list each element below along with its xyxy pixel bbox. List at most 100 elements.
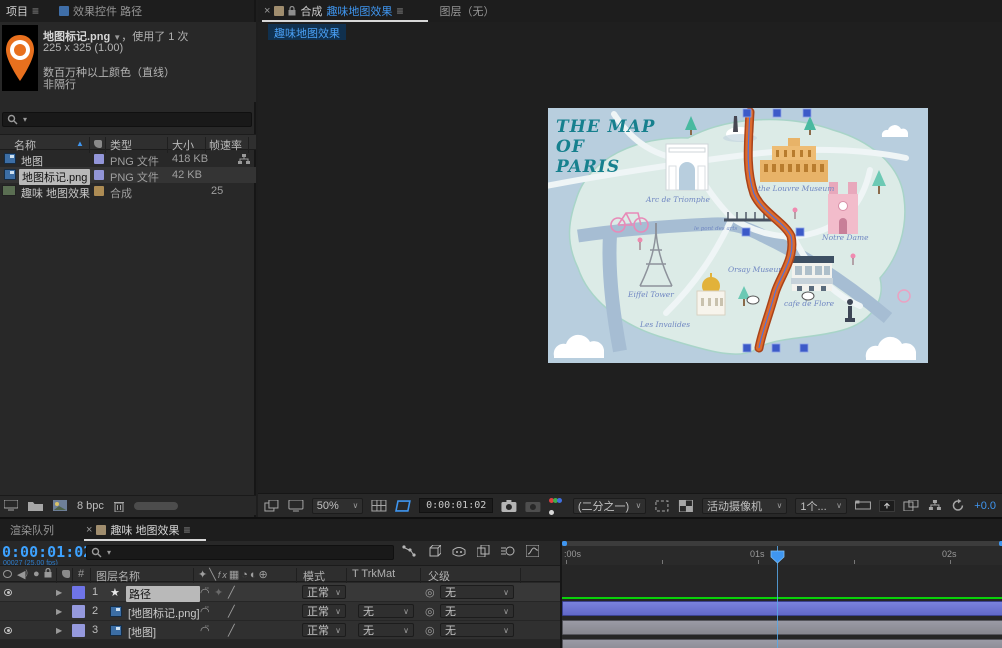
- blend-mode-dropdown[interactable]: 正常∨: [302, 604, 346, 618]
- close-tab-icon[interactable]: ×: [264, 5, 270, 17]
- project-scrollbar[interactable]: [134, 502, 178, 510]
- new-folder-icon[interactable]: [28, 500, 43, 511]
- switches-column-icons[interactable]: ✦╲fx▦◔◐⊕: [198, 568, 270, 581]
- layer-name[interactable]: [地图标记.png]: [128, 605, 200, 621]
- shy-icon[interactable]: [452, 545, 466, 557]
- search-options-chevron-icon[interactable]: ▾: [23, 115, 27, 124]
- playhead-handle[interactable]: [770, 550, 785, 564]
- visibility-eye-icon[interactable]: [4, 589, 12, 596]
- parent-dropdown[interactable]: 无∨: [440, 604, 514, 618]
- resolution-dropdown[interactable]: (二分之一)∨: [573, 498, 646, 514]
- twirl-icon[interactable]: ▶: [56, 588, 62, 597]
- shy-switch-icon[interactable]: ◠̈: [200, 586, 210, 599]
- time-navigator[interactable]: [562, 541, 1002, 546]
- shy-switch-icon[interactable]: ◠̈: [200, 605, 210, 618]
- project-column-headers[interactable]: 名称 ▲ 类型 大小 帧速率: [0, 134, 256, 150]
- audio-column-icon[interactable]: ◀): [17, 568, 25, 581]
- bit-depth-label[interactable]: 8 bpc: [77, 500, 104, 512]
- layer-name[interactable]: [地图]: [128, 624, 156, 640]
- layer-name[interactable]: 路径: [126, 586, 200, 602]
- layer-label-color[interactable]: [72, 624, 85, 637]
- interpret-footage-icon[interactable]: [4, 500, 18, 511]
- project-row-composition[interactable]: 趣味 地图效果 合成 25: [0, 183, 256, 199]
- col-layer-name[interactable]: 图层名称: [96, 568, 140, 584]
- quality-switch-icon[interactable]: ╱: [228, 624, 235, 637]
- pickwhip-icon[interactable]: ◎: [425, 624, 435, 637]
- draft-3d-icon[interactable]: [427, 545, 441, 557]
- panel-menu-icon[interactable]: ≡: [184, 523, 191, 537]
- parent-dropdown[interactable]: 无∨: [440, 623, 514, 637]
- flowchart-icon[interactable]: [927, 500, 943, 511]
- twirl-icon[interactable]: ▶: [56, 626, 62, 635]
- always-preview-icon[interactable]: [264, 500, 280, 512]
- show-snapshot-icon[interactable]: [525, 500, 541, 512]
- mask-visibility-icon[interactable]: [395, 500, 411, 512]
- trash-icon[interactable]: [114, 500, 124, 512]
- graph-editor-icon[interactable]: [526, 545, 539, 557]
- timeline-track-area[interactable]: :00s 01s 02s: [560, 541, 1002, 648]
- current-time-display[interactable]: 0:00:01:02: [2, 543, 92, 561]
- paris-map-artwork[interactable]: THE MAP OF PARIS Arc de Triomphe the Lou…: [548, 108, 928, 363]
- parent-dropdown[interactable]: 无∨: [440, 585, 514, 599]
- project-search-input[interactable]: ▾: [2, 112, 252, 127]
- composition-viewer[interactable]: THE MAP OF PARIS Arc de Triomphe the Lou…: [258, 40, 1002, 493]
- search-options-chevron-icon[interactable]: ▾: [107, 548, 111, 557]
- blend-mode-dropdown[interactable]: 正常∨: [302, 623, 346, 637]
- tab-effect-controls[interactable]: 效果控件 路径: [53, 0, 148, 22]
- col-parent[interactable]: 父级: [428, 568, 450, 584]
- twirl-icon[interactable]: ▶: [56, 607, 62, 616]
- blend-mode-dropdown[interactable]: 正常∨: [302, 585, 346, 599]
- quality-switch-icon[interactable]: ╱: [228, 605, 235, 618]
- project-row-map[interactable]: 地图 PNG 文件 418 KB: [0, 151, 256, 167]
- shy-switch-icon[interactable]: ◠̈: [200, 624, 210, 637]
- region-of-interest-icon[interactable]: [654, 500, 670, 512]
- col-trkmat[interactable]: T TrkMat: [352, 568, 395, 580]
- tab-project[interactable]: 项目 ≡: [0, 0, 45, 22]
- lock-icon[interactable]: [288, 6, 296, 16]
- exposure-value[interactable]: +0.0: [974, 500, 996, 512]
- zoom-dropdown[interactable]: 50%∨: [312, 498, 364, 514]
- new-composition-icon[interactable]: [53, 500, 67, 511]
- layer-label-color[interactable]: [72, 605, 85, 618]
- footage-thumbnail[interactable]: [2, 25, 38, 91]
- sort-asc-icon[interactable]: ▲: [76, 139, 84, 148]
- tab-layer[interactable]: 图层（无）: [433, 0, 500, 22]
- navigator-start-handle[interactable]: [562, 541, 567, 546]
- tab-timeline-comp[interactable]: × 趣味 地图效果 ≡: [80, 519, 197, 541]
- layer-row-path[interactable]: ▶ 1 ★ 路径 ◠̈ ✦ ╱ 正常∨ ◎ 无∨: [0, 583, 560, 602]
- frame-blend-icon[interactable]: [477, 545, 490, 557]
- pickwhip-icon[interactable]: ◎: [425, 605, 435, 618]
- layer-row-map-marker[interactable]: ▶ 2 [地图标记.png] ◠̈ ╱ 正常∨ 无∨ ◎ 无∨: [0, 602, 560, 621]
- share-view-icon[interactable]: [855, 500, 871, 511]
- col-mode[interactable]: 模式: [303, 568, 325, 584]
- quality-switch-icon[interactable]: ╱: [228, 586, 235, 599]
- comp-current-time[interactable]: 0:00:01:02: [419, 498, 493, 513]
- layer-bar-map-marker[interactable]: [562, 620, 1002, 635]
- monitor-icon[interactable]: [288, 500, 304, 512]
- solo-column-icon[interactable]: ●: [33, 568, 40, 580]
- camera-dropdown[interactable]: 活动摄像机∨: [702, 498, 787, 514]
- close-tab-icon[interactable]: ×: [86, 524, 92, 536]
- tab-composition[interactable]: × 合成 趣味地图效果 ≡: [258, 0, 409, 22]
- transparency-grid-icon[interactable]: [678, 500, 694, 512]
- trkmat-dropdown[interactable]: 无∨: [358, 604, 414, 618]
- trkmat-dropdown[interactable]: 无∨: [358, 623, 414, 637]
- panel-menu-icon[interactable]: ≡: [396, 4, 403, 18]
- visibility-eye-icon[interactable]: [4, 627, 12, 634]
- reset-exposure-icon[interactable]: [950, 499, 966, 512]
- index-column[interactable]: #: [78, 568, 84, 580]
- panel-menu-icon[interactable]: ≡: [32, 4, 39, 18]
- lock-column-icon[interactable]: [44, 568, 52, 581]
- project-row-map-marker[interactable]: 地图标记.png PNG 文件 42 KB: [0, 167, 256, 183]
- tab-render-queue[interactable]: 渲染队列: [4, 519, 60, 541]
- layer-bar-map[interactable]: [562, 639, 1002, 648]
- motion-blur-icon[interactable]: [501, 545, 515, 557]
- timeline-search-input[interactable]: ▾: [86, 545, 394, 560]
- view-layout-icon[interactable]: [879, 500, 895, 512]
- snapshot-camera-icon[interactable]: [501, 500, 517, 512]
- show-channel-icon[interactable]: [549, 494, 565, 518]
- layer-row-map[interactable]: ▶ 3 [地图] ◠̈ ╱ 正常∨ 无∨ ◎ 无∨: [0, 621, 560, 640]
- mini-flowchart-icon[interactable]: [402, 545, 416, 557]
- caret-down-icon[interactable]: ▼: [113, 33, 121, 42]
- view-count-dropdown[interactable]: 1个...∨: [795, 498, 847, 514]
